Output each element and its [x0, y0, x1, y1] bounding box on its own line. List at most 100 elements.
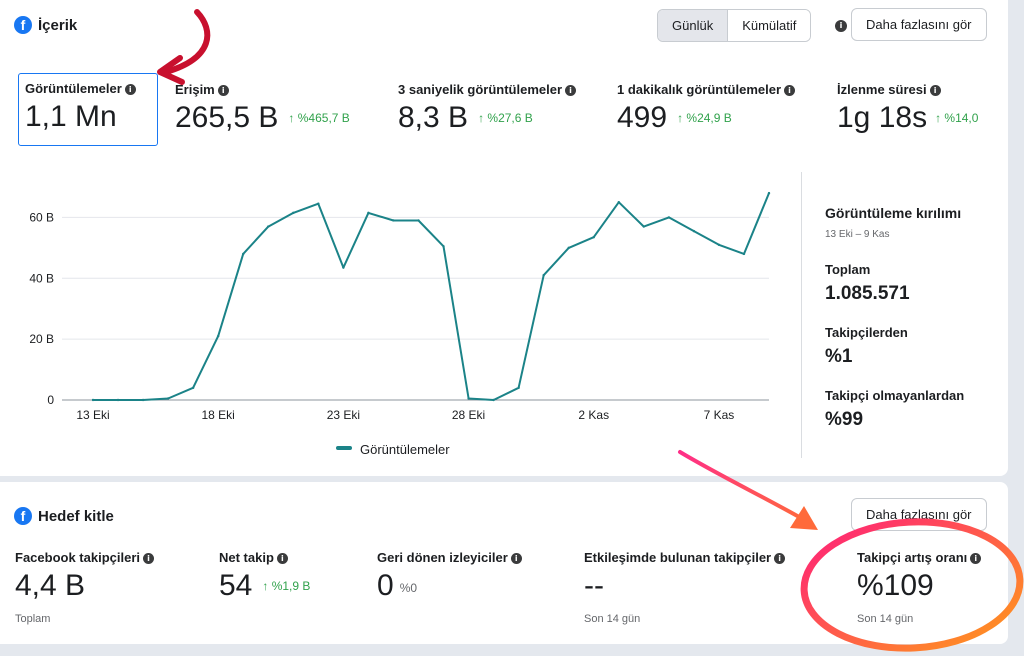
data-point: [267, 225, 270, 228]
y-tick-label: 20 B: [29, 332, 54, 346]
data-point: [767, 191, 771, 195]
data-point: [317, 202, 320, 205]
y-tick-label: 0: [47, 393, 54, 407]
x-tick-label: 13 Eki: [76, 408, 109, 422]
metric-delta: ↑ %14,0: [935, 111, 979, 125]
facebook-icon: f: [14, 507, 32, 525]
breakdown-value: %99: [825, 409, 864, 430]
info-icon[interactable]: i: [929, 85, 941, 97]
x-tick-label: 28 Eki: [452, 408, 485, 422]
x-tick-label: 2 Kas: [578, 408, 609, 422]
audience-title: Hedef kitle: [38, 508, 114, 525]
metric-delta: %0: [399, 581, 418, 595]
metric-value: 4,4 B: [15, 569, 86, 602]
info-icon[interactable]: i: [565, 85, 577, 97]
data-point: [592, 236, 595, 239]
data-point: [667, 216, 671, 219]
info-icon[interactable]: i: [143, 553, 154, 565]
metric-delta: ↑ %465,7 B: [288, 111, 350, 125]
metric-watch-time[interactable]: İzlenme süresi i 1g 18s ↑ %14,0: [837, 82, 978, 135]
breakdown-label: Takipçi olmayanlardan: [825, 388, 965, 403]
info-icon[interactable]: i: [276, 553, 288, 565]
breakdown-date-range: 13 Eki – 9 Kas: [825, 229, 890, 240]
metric-sub: Son 14 gün: [857, 613, 914, 625]
data-point: [517, 386, 520, 390]
audience-card: f Hedef kitle Daha fazlasını gör Faceboo…: [0, 482, 1008, 644]
metric-label: Geri dönen izleyiciler: [377, 550, 508, 565]
metric-reach[interactable]: Erişim i 265,5 B ↑ %465,7 B: [175, 82, 350, 135]
data-point: [392, 219, 395, 222]
tab-daily[interactable]: Günlük: [658, 10, 729, 41]
metric-fb-followers[interactable]: Facebook takipçileri i 4,4 B Toplam: [15, 550, 154, 625]
view-toggle: Günlük Kümülatif: [657, 9, 812, 42]
info-icon[interactable]: i: [774, 553, 786, 565]
info-icon[interactable]: i: [124, 84, 136, 96]
metric-value: --: [584, 569, 604, 602]
info-icon[interactable]: i: [784, 85, 796, 97]
metric-label: 1 dakikalık görüntülemeler: [617, 82, 782, 97]
data-point: [116, 398, 120, 402]
x-tick-label: 7 Kas: [704, 408, 735, 422]
metric-sub: Toplam: [15, 613, 51, 625]
see-more-button[interactable]: Daha fazlasını gör: [851, 8, 987, 41]
metric-label: Erişim: [175, 82, 215, 97]
data-point: [91, 398, 95, 402]
info-icon[interactable]: i: [510, 553, 522, 565]
metric-label: İzlenme süresi: [837, 82, 927, 97]
info-icon[interactable]: i: [217, 85, 229, 97]
metric-value: 499: [617, 101, 668, 134]
legend-swatch: [336, 446, 352, 450]
views-breakdown: Görüntüleme kırılımı 13 Eki – 9 Kas Topl…: [825, 205, 1005, 431]
metric-value: 54: [219, 569, 253, 602]
metric-1m-views[interactable]: 1 dakikalık görüntülemeler i 499 ↑ %24,9 B: [617, 82, 796, 135]
x-tick-label: 18 Eki: [202, 408, 235, 422]
data-point: [442, 245, 445, 248]
breakdown-value: 1.085.571: [825, 283, 910, 304]
data-point: [242, 252, 245, 256]
metric-value: 0: [377, 569, 394, 602]
metric-value: 265,5 B: [175, 101, 279, 134]
data-point: [292, 211, 295, 215]
metric-sub: Son 14 gün: [584, 613, 641, 625]
info-icon[interactable]: i: [970, 553, 982, 565]
metric-value: 1g 18s: [837, 101, 928, 134]
metric-label: 3 saniyelik görüntülemeler: [398, 82, 563, 97]
data-point: [417, 219, 420, 222]
data-point: [467, 397, 470, 400]
metric-returning-viewers[interactable]: Geri dönen izleyiciler i 0 %0: [377, 550, 522, 605]
divider: [801, 172, 802, 458]
metric-3s-views[interactable]: 3 saniyelik görüntülemeler i 8,3 B ↑ %27,6…: [398, 82, 577, 135]
data-point: [191, 386, 195, 390]
metric-delta: ↑ %1,9 B: [262, 579, 311, 593]
data-point: [542, 274, 545, 277]
metric-follower-growth[interactable]: Takipçi artış oranı i %109 Son 14 gün: [857, 550, 982, 625]
metric-delta: ↑ %27,6 B: [478, 111, 533, 125]
data-point: [141, 398, 145, 402]
metric-value: 8,3 B: [398, 101, 469, 134]
data-point: [367, 211, 370, 215]
metric-engaged-followers[interactable]: Etkileşimde bulunan takipçiler i -- Son 1…: [584, 550, 786, 625]
metric-value: 1,1 Mn: [25, 100, 117, 133]
metric-label: Net takip: [219, 550, 274, 565]
facebook-icon: f: [14, 16, 32, 34]
metric-net-follows[interactable]: Net takip i 54 ↑ %1,9 B: [219, 550, 310, 603]
metric-label: Etkileşimde bulunan takipçiler: [584, 550, 772, 565]
data-point: [742, 252, 746, 256]
data-point: [617, 201, 620, 204]
info-icon[interactable]: i: [835, 20, 847, 32]
data-point: [166, 397, 170, 400]
content-title: İçerik: [38, 17, 78, 34]
legend-label: Görüntülemeler: [360, 442, 450, 457]
metric-views[interactable]: Görüntülemeler i 1,1 Mn: [18, 73, 158, 146]
tab-cumulative[interactable]: Kümülatif: [728, 10, 811, 41]
see-more-button[interactable]: Daha fazlasını gör: [851, 498, 987, 531]
data-point: [692, 229, 696, 233]
breakdown-value: %1: [825, 346, 853, 367]
y-tick-label: 40 B: [29, 271, 54, 285]
breakdown-label: Takipçilerden: [825, 325, 908, 340]
metric-value: %109: [857, 569, 934, 602]
metric-label: Takipçi artış oranı: [857, 550, 968, 565]
breakdown-title: Görüntüleme kırılımı: [825, 205, 962, 221]
y-tick-label: 60 B: [29, 210, 54, 224]
metric-label: Facebook takipçileri: [15, 550, 140, 565]
